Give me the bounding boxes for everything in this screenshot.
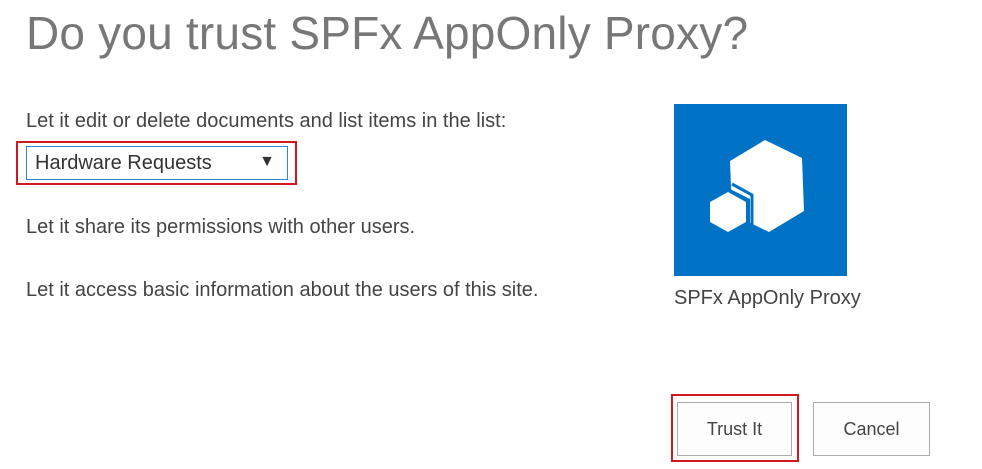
- trust-dialog: Do you trust SPFx AppOnly Proxy? Let it …: [0, 0, 982, 469]
- users-permission-text: Let it access basic information about th…: [26, 279, 539, 301]
- trust-it-button[interactable]: Trust It: [677, 402, 792, 456]
- list-select-dropdown[interactable]: Hardware Requests ▼: [26, 146, 288, 180]
- list-select-value: Hardware Requests: [35, 151, 212, 174]
- cancel-button[interactable]: Cancel: [813, 402, 930, 456]
- page-title: Do you trust SPFx AppOnly Proxy?: [26, 7, 749, 59]
- share-permission-text: Let it share its permissions with other …: [26, 216, 416, 238]
- list-permission-text: Let it edit or delete documents and list…: [26, 110, 507, 132]
- app-tile: [674, 104, 847, 276]
- chevron-down-icon: ▼: [259, 153, 275, 170]
- app-name: SPFx AppOnly Proxy: [674, 287, 861, 309]
- hexagon-cubes-icon: [706, 140, 804, 236]
